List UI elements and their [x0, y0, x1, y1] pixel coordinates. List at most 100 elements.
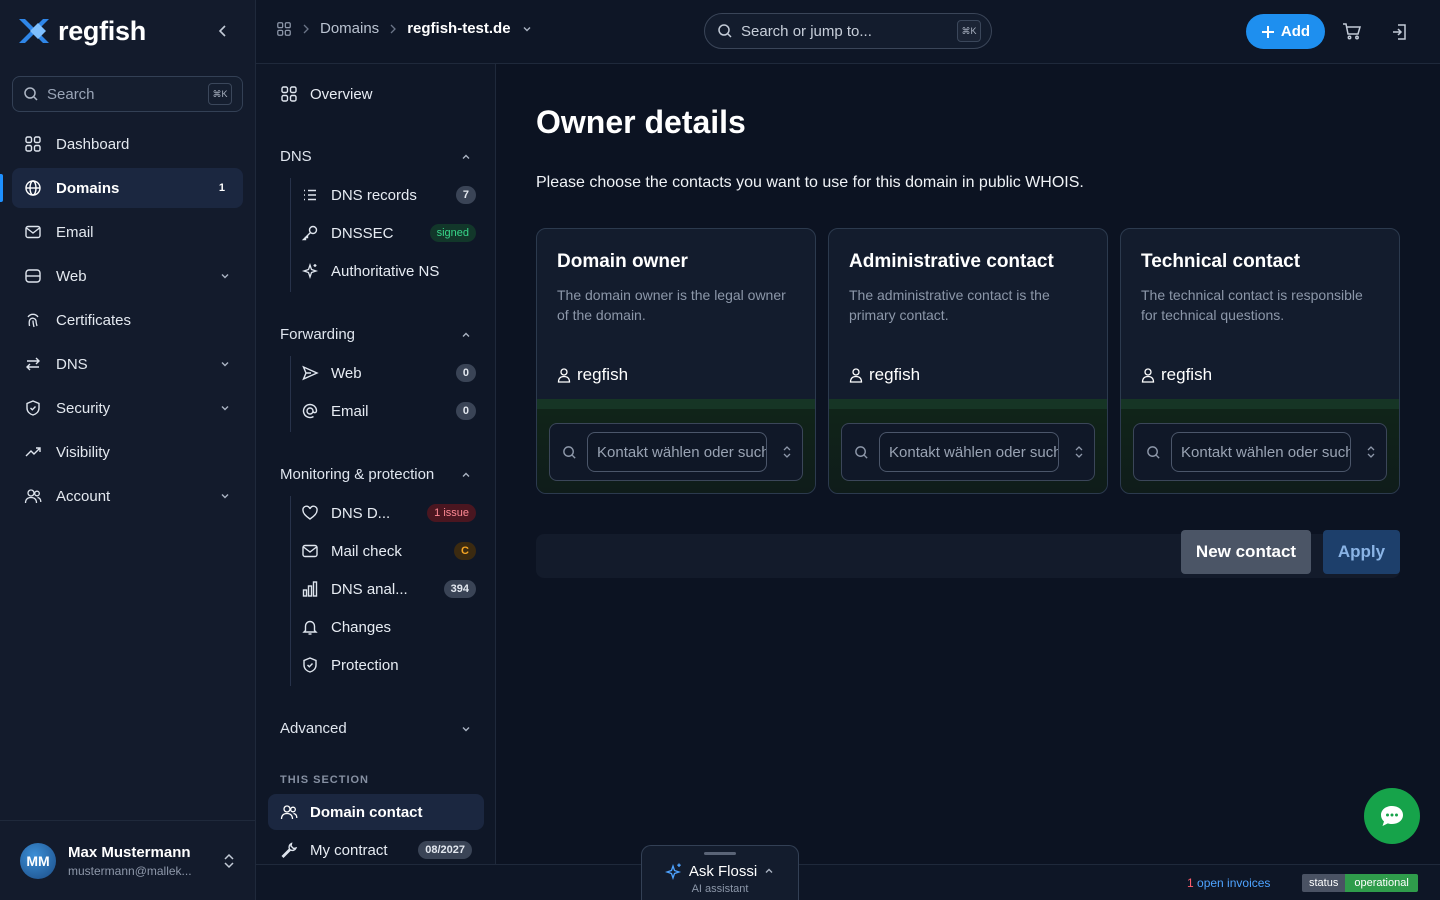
nav-label: Dashboard: [56, 135, 130, 153]
global-search[interactable]: Search or jump to... ⌘K: [704, 13, 992, 49]
drag-handle[interactable]: [704, 852, 736, 855]
subnav-group-monitoring[interactable]: Monitoring & protection: [280, 466, 472, 483]
domain-owner-card: Domain owner The domain owner is the leg…: [536, 228, 816, 494]
sparkles-icon: [664, 862, 683, 880]
footer-bar: Ask Flossi AI assistant 1 open invoices …: [256, 845, 1440, 900]
chat-bubble-icon: [1379, 804, 1405, 828]
apply-button[interactable]: Apply: [1323, 530, 1400, 574]
group-title: Advanced: [280, 720, 347, 737]
nav-visibility[interactable]: Visibility: [12, 432, 243, 472]
grid-icon: [24, 135, 42, 153]
chevron-up-icon: [460, 329, 472, 341]
add-button[interactable]: Add: [1246, 14, 1325, 49]
subnav-mail-check[interactable]: Mail check C: [301, 533, 476, 569]
chevron-updown-icon: [222, 852, 236, 870]
nav-email[interactable]: Email: [12, 212, 243, 252]
sidebar-search-placeholder: Search: [47, 85, 95, 103]
subnav-dns-analytics[interactable]: DNS anal... 394: [301, 571, 476, 607]
collapse-sidebar-icon[interactable]: [214, 22, 232, 40]
breadcrumb-current-domain[interactable]: regfish-test.de: [407, 20, 510, 37]
subnav-label: Web: [331, 364, 362, 382]
chevron-down-icon[interactable]: [521, 23, 533, 35]
group-line: [290, 178, 291, 292]
sidebar-search[interactable]: Search ⌘K: [12, 76, 243, 112]
nav-security[interactable]: Security: [12, 388, 243, 428]
nav-domains[interactable]: Domains 1: [12, 168, 243, 208]
subnav-forwarding-email[interactable]: Email 0: [301, 393, 476, 429]
chevron-down-icon: [219, 270, 231, 282]
trend-icon: [24, 443, 42, 461]
shield-icon: [24, 399, 42, 417]
grade-badge: C: [454, 542, 476, 560]
contact-select[interactable]: Kontakt wählen oder suchen: [1133, 423, 1387, 481]
nav-label: Certificates: [56, 311, 132, 329]
subnav-authoritative-ns[interactable]: Authoritative NS: [301, 253, 476, 289]
current-contact: regfish: [557, 365, 628, 385]
system-status-badge[interactable]: status operational: [1302, 874, 1418, 892]
ai-assistant-tab[interactable]: Ask Flossi AI assistant: [641, 845, 799, 900]
send-icon: [301, 364, 319, 382]
status-value: operational: [1345, 874, 1418, 892]
user-email: mustermann@mallek...: [68, 863, 192, 878]
logout-icon[interactable]: [1390, 22, 1410, 42]
nav-certificates[interactable]: Certificates: [12, 300, 243, 340]
subnav-label: DNS anal...: [331, 580, 408, 598]
nav-web[interactable]: Web: [12, 256, 243, 296]
subnav-changes[interactable]: Changes: [301, 609, 476, 645]
chat-button[interactable]: [1364, 788, 1420, 844]
subnav-group-advanced[interactable]: Advanced: [280, 720, 472, 737]
new-contact-button[interactable]: New contact: [1181, 530, 1311, 574]
breadcrumb-domains[interactable]: Domains: [320, 20, 379, 37]
brand-logo[interactable]: regfish: [16, 14, 146, 48]
card-description: The technical contact is responsible for…: [1141, 287, 1363, 323]
subnav-dns-d[interactable]: DNS D... 1 issue: [301, 495, 476, 531]
grid-icon[interactable]: [276, 21, 292, 37]
mail-icon: [24, 223, 42, 241]
subnav-dns-records[interactable]: DNS records 7: [301, 177, 476, 213]
chevron-updown-icon[interactable]: [1074, 445, 1084, 459]
regfish-logo-icon: [16, 16, 52, 46]
subnav-overview[interactable]: Overview: [268, 75, 484, 113]
arrows-icon: [24, 355, 42, 373]
search-icon: [562, 445, 577, 460]
cart-icon[interactable]: [1342, 22, 1362, 40]
contact-select[interactable]: Kontakt wählen oder suchen: [549, 423, 803, 481]
subnav-forwarding-web[interactable]: Web 0: [301, 355, 476, 391]
bell-icon: [301, 618, 319, 636]
status-key: status: [1302, 874, 1346, 892]
subnav-my-contract[interactable]: My contract 08/2027: [268, 832, 484, 868]
contact-select[interactable]: Kontakt wählen oder suchen: [841, 423, 1095, 481]
contact-search-input[interactable]: Kontakt wählen oder suchen: [879, 432, 1059, 472]
group-title: Forwarding: [280, 326, 356, 343]
top-bar: Domains regfish-test.de Search or jump t…: [256, 0, 1440, 64]
subnav-label: Overview: [310, 85, 373, 103]
add-label: Add: [1280, 23, 1311, 40]
open-invoices-link[interactable]: 1 open invoices: [1187, 876, 1270, 890]
card-divider: [1121, 399, 1399, 409]
subnav-label: Changes: [331, 618, 392, 636]
chevron-down-icon: [460, 723, 472, 735]
card-description: The administrative contact is the primar…: [849, 287, 1050, 323]
subnav-group-forwarding[interactable]: Forwarding: [280, 326, 472, 343]
user-icon: [1141, 367, 1155, 383]
nav-dashboard[interactable]: Dashboard: [12, 124, 243, 164]
subnav-domain-contact[interactable]: Domain contact: [268, 794, 484, 830]
nav-dns[interactable]: DNS: [12, 344, 243, 384]
chevron-updown-icon[interactable]: [1366, 445, 1376, 459]
action-bar: New contact Apply: [536, 530, 1400, 578]
contact-search-input[interactable]: Kontakt wählen oder suchen: [1171, 432, 1351, 472]
subnav-dnssec[interactable]: DNSSEC signed: [301, 215, 476, 251]
count-badge: 7: [455, 186, 476, 204]
contact-search-input[interactable]: Kontakt wählen oder suchen: [587, 432, 767, 472]
page-title: Owner details: [536, 104, 746, 140]
subnav-label: Email: [331, 402, 369, 420]
user-menu[interactable]: MM Max Mustermann mustermann@mallek...: [0, 820, 256, 900]
subnav-group-dns[interactable]: DNS: [280, 148, 472, 165]
nav-account[interactable]: Account: [12, 476, 243, 516]
domains-count-badge: 1: [218, 182, 225, 194]
subnav-protection[interactable]: Protection: [301, 647, 476, 683]
chevron-down-icon: [219, 490, 231, 502]
shortcut-hint: ⌘K: [208, 83, 232, 105]
chevron-updown-icon[interactable]: [782, 445, 792, 459]
wrench-icon: [280, 841, 298, 859]
